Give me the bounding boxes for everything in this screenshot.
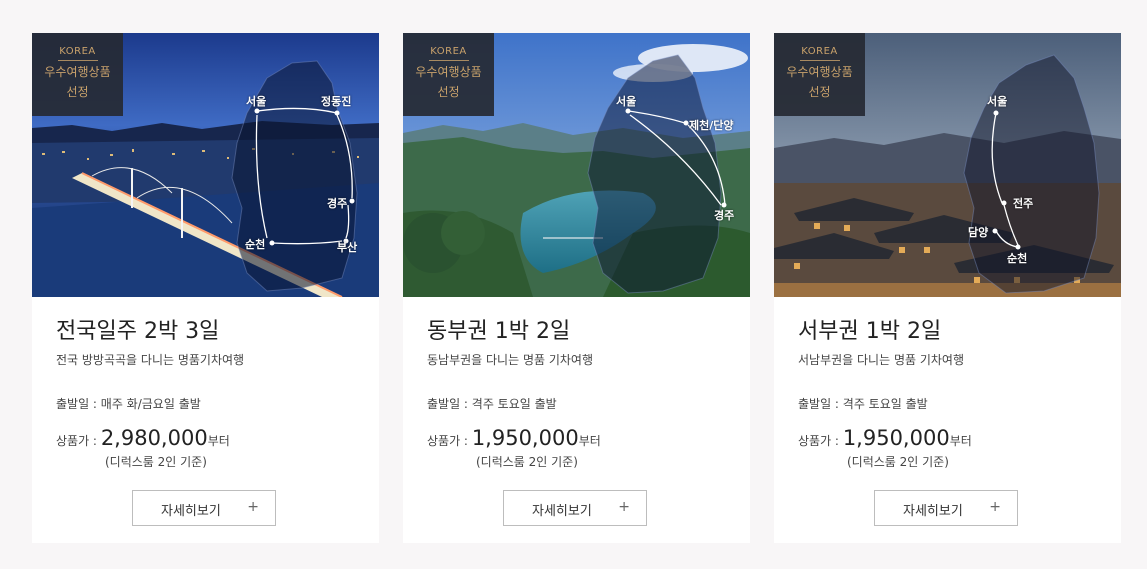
product-title[interactable]: 서부권 1박 2일: [798, 317, 1097, 347]
price-suffix: 부터: [949, 434, 972, 448]
badge-divider: [57, 60, 98, 61]
plus-icon: +: [247, 499, 259, 515]
badge-title: 우수여행상품: [786, 65, 853, 79]
badge-divider: [799, 60, 840, 61]
details-button[interactable]: 자세히보기 +: [874, 490, 1018, 526]
city-label: 담양: [968, 226, 989, 239]
city-label: 서울: [616, 95, 637, 108]
city-label: 경주: [327, 197, 348, 210]
badge-divider: [428, 60, 469, 61]
details-button-label: 자세히보기: [532, 504, 592, 519]
badge-selected: 선정: [66, 85, 89, 99]
price-row: 상품가 : 1,950,000부터: [798, 425, 1097, 454]
price-suffix: 부터: [578, 434, 601, 448]
city-label: 서울: [246, 95, 267, 108]
price-amount: 2,980,000: [100, 426, 208, 450]
product-subtitle: 서남부권을 다니는 명품 기차여행: [798, 353, 965, 367]
product-card[interactable]: 서울 제천/단양 경주 KOREA 우수여행상품 선정 동부권 1박 2일 동남…: [403, 33, 750, 543]
departure-info: 출발일 : 매주 화/금요일 출발: [56, 397, 201, 411]
city-label: 서울: [987, 95, 1008, 108]
award-badge: KOREA 우수여행상품 선정: [32, 33, 123, 116]
departure-info: 출발일 : 격주 토요일 출발: [798, 397, 928, 411]
price-amount: 1,950,000: [842, 426, 950, 450]
badge-selected: 선정: [808, 85, 831, 99]
city-label: 경주: [714, 209, 735, 222]
details-button-label: 자세히보기: [161, 504, 221, 519]
price-label: 상품가 :: [427, 434, 468, 448]
details-button-label: 자세히보기: [903, 504, 963, 519]
badge-korea: KOREA: [430, 46, 467, 57]
badge-selected: 선정: [437, 85, 460, 99]
product-subtitle: 동남부권을 다니는 명품 기차여행: [427, 353, 594, 367]
product-card-list: 서울 정동진 경주 부산 순천 KOREA 우수여행상품 선정 전국일주 2박 …: [0, 0, 1147, 569]
badge-title: 우수여행상품: [44, 65, 111, 79]
plus-icon: +: [989, 499, 1001, 515]
product-card[interactable]: 서울 전주 담양 순천 KOREA 우수여행상품 선정 서부권 1박 2일 서남…: [774, 33, 1121, 543]
price-basis: (디럭스룸 2인 기준): [847, 455, 949, 469]
product-card[interactable]: 서울 정동진 경주 부산 순천 KOREA 우수여행상품 선정 전국일주 2박 …: [32, 33, 379, 543]
price-row: 상품가 : 2,980,000부터: [56, 425, 355, 454]
city-label: 순천: [245, 238, 266, 251]
price-basis: (디럭스룸 2인 기준): [105, 455, 207, 469]
product-photo[interactable]: 서울 전주 담양 순천 KOREA 우수여행상품 선정: [774, 33, 1121, 297]
award-badge: KOREA 우수여행상품 선정: [774, 33, 865, 116]
badge-korea: KOREA: [59, 46, 96, 57]
product-title[interactable]: 동부권 1박 2일: [427, 317, 726, 347]
city-label: 정동진: [321, 95, 352, 108]
city-label: 순천: [1007, 252, 1028, 265]
departure-info: 출발일 : 격주 토요일 출발: [427, 397, 557, 411]
product-subtitle: 전국 방방곡곡을 다니는 명품기차여행: [56, 353, 245, 367]
product-photo[interactable]: 서울 정동진 경주 부산 순천 KOREA 우수여행상품 선정: [32, 33, 379, 297]
badge-title: 우수여행상품: [415, 65, 482, 79]
details-button[interactable]: 자세히보기 +: [503, 490, 647, 526]
price-suffix: 부터: [207, 434, 230, 448]
details-button[interactable]: 자세히보기 +: [132, 490, 276, 526]
award-badge: KOREA 우수여행상품 선정: [403, 33, 494, 116]
city-label: 부산: [337, 241, 358, 254]
price-amount: 1,950,000: [471, 426, 579, 450]
plus-icon: +: [618, 499, 630, 515]
product-title[interactable]: 전국일주 2박 3일: [56, 317, 355, 347]
price-label: 상품가 :: [798, 434, 839, 448]
city-label: 전주: [1013, 197, 1034, 210]
price-basis: (디럭스룸 2인 기준): [476, 455, 578, 469]
price-label: 상품가 :: [56, 434, 97, 448]
price-row: 상품가 : 1,950,000부터: [427, 425, 726, 454]
city-label: 제천/단양: [689, 119, 734, 132]
product-photo[interactable]: 서울 제천/단양 경주 KOREA 우수여행상품 선정: [403, 33, 750, 297]
badge-korea: KOREA: [801, 46, 838, 57]
